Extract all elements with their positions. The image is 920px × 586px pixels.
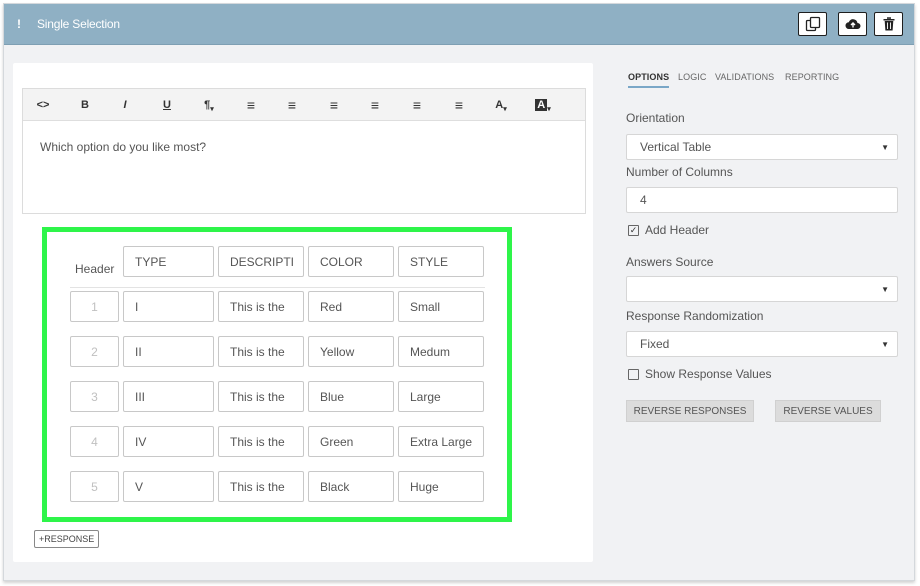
trash-icon bbox=[883, 17, 894, 31]
row-number[interactable]: 1 bbox=[70, 291, 119, 322]
orientation-select[interactable]: Vertical Table ▼ bbox=[626, 134, 898, 160]
font-color-button[interactable]: A ▾ bbox=[481, 89, 521, 120]
reverse-values-button[interactable]: REVERSE VALUES bbox=[775, 400, 881, 422]
row-cell-color[interactable]: Blue bbox=[308, 381, 394, 412]
show-values-checkbox[interactable]: Show Response Values bbox=[628, 367, 772, 381]
row-number[interactable]: 3 bbox=[70, 381, 119, 412]
paragraph-button[interactable]: ¶ ▾ bbox=[189, 89, 229, 120]
header-cell-description[interactable]: DESCRIPTI bbox=[218, 246, 304, 277]
question-type-title: Single Selection bbox=[37, 17, 120, 31]
randomization-label: Response Randomization bbox=[626, 309, 764, 323]
add-header-label: Add Header bbox=[645, 223, 710, 237]
bullet-list-button[interactable]: ≡ bbox=[231, 89, 271, 120]
underline-button[interactable]: U bbox=[147, 89, 187, 120]
checkbox-unchecked-icon bbox=[628, 368, 639, 380]
header-cell-color[interactable]: COLOR bbox=[308, 246, 394, 277]
row-cell-color[interactable]: Green bbox=[308, 426, 394, 457]
row-number[interactable]: 4 bbox=[70, 426, 119, 457]
copy-icon bbox=[805, 16, 820, 32]
code-icon: <> bbox=[36, 98, 50, 111]
row-cell-type[interactable]: II bbox=[123, 336, 214, 367]
tab-logic[interactable]: LOGIC bbox=[678, 72, 707, 82]
code-view-button[interactable]: <> bbox=[23, 89, 63, 120]
italic-icon: I bbox=[123, 98, 127, 111]
dropdown-caret-icon: ▼ bbox=[881, 285, 889, 294]
row-cell-color[interactable]: Yellow bbox=[308, 336, 394, 367]
row-number[interactable]: 5 bbox=[70, 471, 119, 502]
answers-source-select[interactable]: ▼ bbox=[626, 276, 898, 302]
background-color-button[interactable]: A ▾ bbox=[523, 89, 563, 120]
row-cell-color[interactable]: Red bbox=[308, 291, 394, 322]
align-center-icon: ≡ bbox=[370, 96, 380, 113]
header-cell-type[interactable]: TYPE bbox=[123, 246, 214, 277]
row-cell-type[interactable]: V bbox=[123, 471, 214, 502]
justify-button[interactable]: ≡ bbox=[439, 89, 479, 120]
row-cell-description[interactable]: This is the bbox=[218, 291, 304, 322]
reverse-responses-button[interactable]: REVERSE RESPONSES bbox=[626, 400, 754, 422]
question-editor-card: <> B I U ¶ ▾ ≡ ≡ ≡ ≡ ≡ ≡ A ▾ A ▾ Which opti… bbox=[13, 63, 593, 562]
align-right-button[interactable]: ≡ bbox=[397, 89, 437, 120]
checkbox-checked-icon: ✓ bbox=[628, 224, 639, 236]
dropdown-caret-icon: ▼ bbox=[881, 340, 889, 349]
row-cell-color[interactable]: Black bbox=[308, 471, 394, 502]
row-cell-description[interactable]: This is the bbox=[218, 471, 304, 502]
row-cell-style[interactable]: Small bbox=[398, 291, 484, 322]
columns-label: Number of Columns bbox=[626, 165, 733, 179]
tab-validations[interactable]: VALIDATIONS bbox=[715, 72, 774, 82]
question-text[interactable]: Which option do you like most? bbox=[40, 140, 206, 154]
row-cell-style[interactable]: Extra Large bbox=[398, 426, 484, 457]
question-header: ! Single Selection bbox=[4, 4, 914, 45]
row-cell-description[interactable]: This is the bbox=[218, 426, 304, 457]
row-cell-style[interactable]: Medum bbox=[398, 336, 484, 367]
add-header-checkbox[interactable]: ✓ Add Header bbox=[628, 223, 709, 237]
row-cell-description[interactable]: This is the bbox=[218, 336, 304, 367]
copy-button[interactable] bbox=[798, 12, 827, 36]
upload-button[interactable] bbox=[838, 12, 867, 36]
row-cell-type[interactable]: I bbox=[123, 291, 214, 322]
add-response-button[interactable]: +RESPONSE bbox=[34, 530, 100, 548]
tab-options[interactable]: OPTIONS bbox=[628, 72, 670, 88]
row-cell-style[interactable]: Huge bbox=[398, 471, 484, 502]
required-indicator: ! bbox=[17, 17, 21, 31]
numbered-list-icon: ≡ bbox=[287, 96, 297, 113]
answers-source-label: Answers Source bbox=[626, 255, 714, 269]
underline-icon: U bbox=[163, 98, 171, 111]
numbered-list-button[interactable]: ≡ bbox=[272, 89, 312, 120]
align-left-button[interactable]: ≡ bbox=[314, 89, 354, 120]
row-cell-type[interactable]: III bbox=[123, 381, 214, 412]
dropdown-caret-icon: ▼ bbox=[881, 143, 889, 152]
align-center-button[interactable]: ≡ bbox=[355, 89, 395, 120]
columns-input[interactable]: 4 bbox=[626, 187, 898, 213]
italic-button[interactable]: I bbox=[105, 89, 145, 120]
rich-text-editor[interactable]: <> B I U ¶ ▾ ≡ ≡ ≡ ≡ ≡ ≡ A ▾ A ▾ Which opti… bbox=[22, 88, 586, 214]
align-left-icon: ≡ bbox=[329, 96, 339, 113]
response-table-highlight: Header TYPE DESCRIPTI COLOR STYLE 1 I Th… bbox=[42, 227, 512, 522]
bold-icon: B bbox=[81, 98, 89, 111]
header-row-label: Header bbox=[75, 262, 115, 276]
bold-button[interactable]: B bbox=[65, 89, 105, 120]
row-cell-description[interactable]: This is the bbox=[218, 381, 304, 412]
delete-button[interactable] bbox=[874, 12, 903, 36]
row-number[interactable]: 2 bbox=[70, 336, 119, 367]
justify-icon: ≡ bbox=[454, 96, 464, 113]
randomization-select[interactable]: Fixed ▼ bbox=[626, 331, 898, 357]
background-color-icon: A bbox=[535, 98, 548, 111]
header-cell-style[interactable]: STYLE bbox=[398, 246, 484, 277]
orientation-label: Orientation bbox=[626, 111, 685, 125]
tab-reporting[interactable]: REPORTING bbox=[785, 72, 839, 82]
row-cell-style[interactable]: Large bbox=[398, 381, 484, 412]
cloud-upload-icon bbox=[844, 19, 860, 30]
editor-toolbar: <> B I U ¶ ▾ ≡ ≡ ≡ ≡ ≡ ≡ A ▾ A ▾ bbox=[23, 89, 585, 121]
row-cell-type[interactable]: IV bbox=[123, 426, 214, 457]
show-values-label: Show Response Values bbox=[645, 367, 772, 381]
header-divider bbox=[70, 287, 485, 288]
bullet-list-icon: ≡ bbox=[246, 96, 256, 113]
align-right-icon: ≡ bbox=[412, 96, 422, 113]
randomization-value: Fixed bbox=[640, 337, 670, 351]
orientation-value: Vertical Table bbox=[640, 140, 712, 154]
